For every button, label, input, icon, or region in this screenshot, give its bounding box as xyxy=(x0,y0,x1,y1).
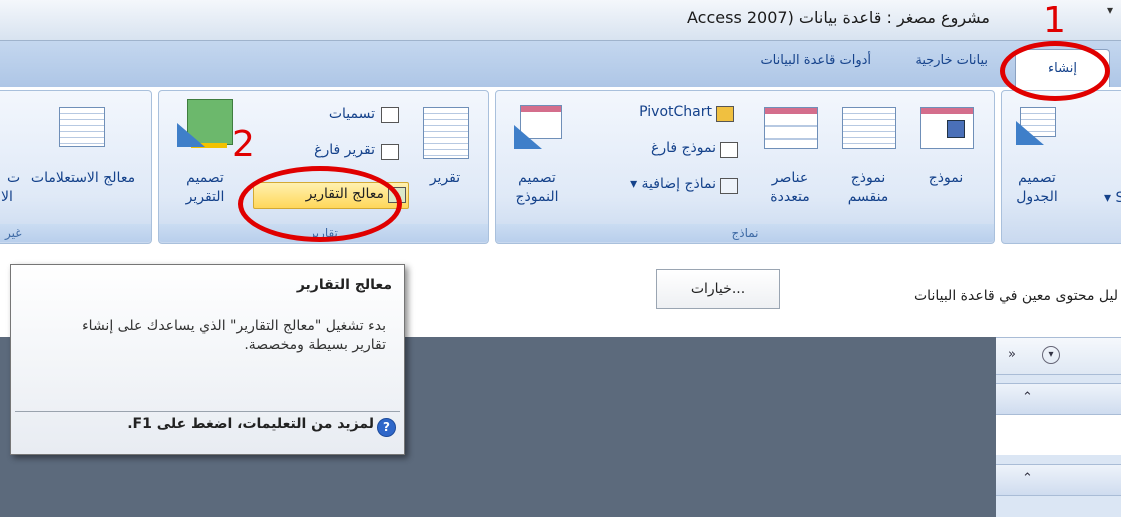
form-design-button[interactable] xyxy=(512,105,564,151)
design-triangle-icon xyxy=(1016,121,1044,145)
forms-group: تصميم النموذج PivotChart نموذج فارغ نماذ… xyxy=(495,90,995,244)
blank-form-label: نموذج فارغ xyxy=(650,140,716,156)
blank-form-button[interactable]: نموذج فارغ xyxy=(604,139,744,161)
table-design-button[interactable] xyxy=(1016,107,1058,147)
labels-label: تسميات xyxy=(328,106,375,122)
blank-form-icon xyxy=(720,142,738,158)
tooltip-separator xyxy=(15,411,400,412)
pivotchart-label: PivotChart xyxy=(639,104,712,120)
report-icon[interactable] xyxy=(423,107,469,159)
nav-chevron-icon[interactable]: » xyxy=(1008,347,1016,362)
more-forms-label: نماذج إضافية ▾ xyxy=(630,176,716,192)
blank-report-label: تقرير فارغ xyxy=(314,142,375,158)
form-label[interactable]: نموذج xyxy=(918,169,974,188)
blank-report-button[interactable]: تقرير فارغ xyxy=(279,141,407,163)
tables-group: تصميم الجدول S ▾ xyxy=(1001,90,1121,244)
help-icon: ? xyxy=(377,418,396,437)
table-more-dropdown[interactable]: S ▾ xyxy=(1104,189,1121,208)
tab-database-tools[interactable]: أدوات قاعدة البيانات xyxy=(760,53,871,68)
nav-dropdown-icon[interactable]: ▾ xyxy=(1042,346,1060,364)
more-forms-button[interactable]: نماذج إضافية ▾ xyxy=(596,175,744,197)
more-forms-icon xyxy=(720,178,738,194)
ribbon: تصميم الجدول S ▾ تصميم النموذج PivotChar… xyxy=(0,87,1121,257)
annotation-number-2: 2 xyxy=(232,124,255,165)
pivotchart-button[interactable]: PivotChart xyxy=(604,103,744,125)
navigation-pane: » ▾ ⌃ ⌃ xyxy=(996,337,1121,517)
multiple-items-label[interactable]: عناصر متعددة xyxy=(758,169,822,207)
partial-label-bottom: الا xyxy=(1,189,13,205)
report-wizard-tooltip: معالج التقارير بدء تشغيل "معالج التقارير… xyxy=(10,264,405,455)
collapse-icon: ⌃ xyxy=(1022,471,1033,486)
annotation-oval-report-wizard xyxy=(238,166,402,242)
forms-group-label: نماذج xyxy=(496,224,994,242)
partial-label-top: ت xyxy=(7,170,21,186)
labels-button[interactable]: تسميات xyxy=(279,105,407,127)
other-group: معالج الاستعلامات ت الا غير xyxy=(0,90,152,244)
design-triangle-icon xyxy=(177,123,205,147)
collapse-icon: ⌃ xyxy=(1022,390,1033,405)
nav-group-header[interactable]: ⌃ xyxy=(996,383,1121,415)
nav-group-body xyxy=(996,415,1121,455)
tab-external-data[interactable]: بيانات خارجية xyxy=(915,53,988,68)
options-button[interactable]: خيارات... xyxy=(656,269,780,309)
tooltip-body: بدء تشغيل "معالج التقارير" الذي يساعدك ع… xyxy=(82,318,386,353)
multiple-items-icon[interactable] xyxy=(764,107,818,149)
pivotchart-icon xyxy=(716,106,734,122)
security-message: ليل محتوى معين في قاعدة البيانات xyxy=(914,288,1118,304)
nav-group-header[interactable]: ⌃ xyxy=(996,464,1121,496)
form-icon[interactable] xyxy=(920,107,974,149)
split-form-icon[interactable] xyxy=(842,107,896,149)
query-wizard-icon[interactable] xyxy=(59,107,105,147)
other-group-label: غير xyxy=(0,224,151,242)
tooltip-help-text: لمزيد من التعليمات، اضغط على F1. xyxy=(127,416,374,432)
quick-access-dropdown-icon[interactable]: ▾ xyxy=(1107,3,1113,17)
tooltip-title: معالج التقارير xyxy=(296,277,392,293)
ribbon-tab-bar: إنشاء بيانات خارجية أدوات قاعدة البيانات xyxy=(0,41,1121,88)
report-design-label: تصميم التقرير xyxy=(185,170,225,205)
report-design-button[interactable] xyxy=(177,99,233,151)
design-triangle-icon xyxy=(514,125,542,149)
split-form-label[interactable]: نموذج منقسم xyxy=(836,169,900,207)
report-label[interactable]: تقرير xyxy=(417,169,473,188)
form-design-label: تصميم النموذج xyxy=(515,170,559,205)
annotation-number-1: 1 xyxy=(1043,0,1066,41)
nav-pane-header: » ▾ xyxy=(996,337,1121,375)
table-design-label: تصميم الجدول xyxy=(1016,170,1058,205)
query-wizard-label[interactable]: معالج الاستعلامات xyxy=(17,169,149,188)
title-bar: ▾ مشروع مصغر : قاعدة بيانات (Access 2007 xyxy=(0,0,1121,41)
window-title: مشروع مصغر : قاعدة بيانات (Access 2007 xyxy=(687,8,990,27)
annotation-oval-create-tab xyxy=(1000,41,1110,101)
labels-icon xyxy=(381,107,399,123)
person-icon xyxy=(947,120,965,138)
blank-report-icon xyxy=(381,144,399,160)
